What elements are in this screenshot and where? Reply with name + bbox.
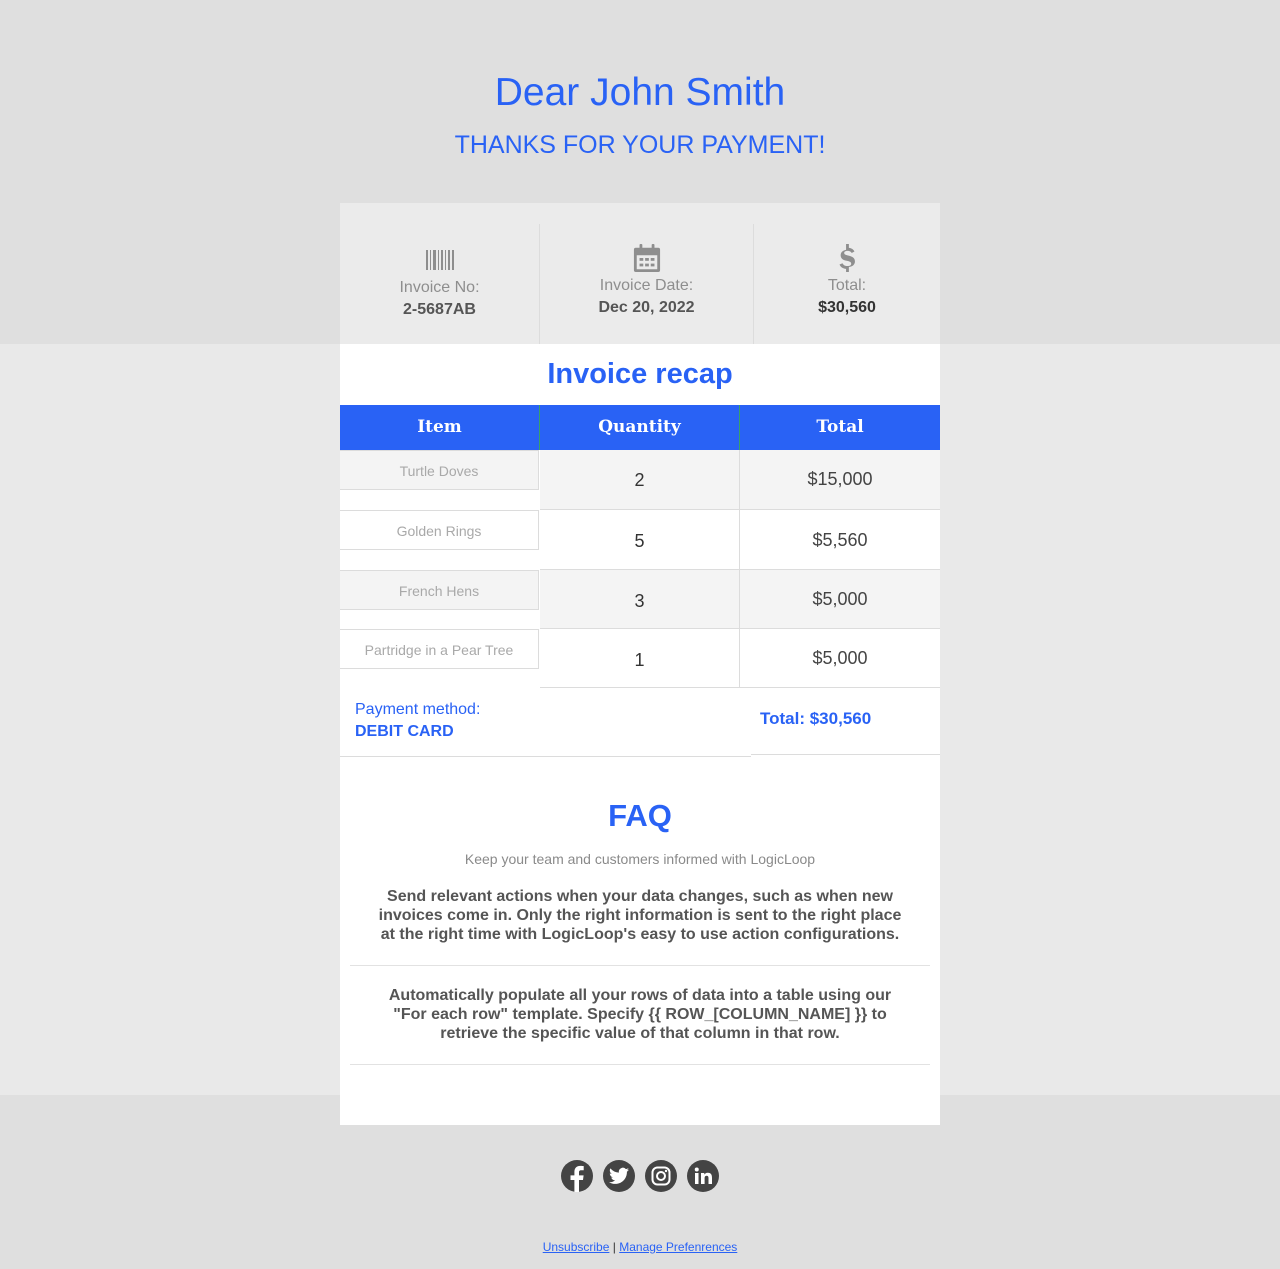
quantity-cell: 2	[540, 450, 740, 510]
calendar-icon	[633, 244, 660, 272]
footer-links: Unsubscribe | Manage Prefenrences	[0, 1239, 1280, 1255]
invoice-total-block: Total: $30,560	[754, 224, 940, 344]
faq-item-text: Automatically populate all your rows of …	[388, 987, 892, 1042]
invoice-card: Invoice No: 2-5687AB Invoice Date: Dec 2…	[340, 203, 940, 1125]
facebook-icon[interactable]	[561, 1160, 593, 1192]
linkedin-icon[interactable]	[687, 1160, 719, 1192]
invoice-total-label: Total:	[827, 277, 867, 294]
column-header-item: Item	[340, 405, 540, 450]
instagram-icon[interactable]	[645, 1160, 677, 1192]
payment-method-value: DEBIT CARD	[355, 723, 454, 740]
invoice-summary-bar: Invoice No: 2-5687AB Invoice Date: Dec 2…	[340, 203, 940, 344]
faq-title: FAQ	[608, 798, 672, 833]
total-cell: $5,000	[740, 570, 940, 629]
total-cell: $5,000	[740, 629, 940, 688]
invoice-number-label: Invoice No:	[399, 279, 480, 296]
facebook-glyph	[570, 1165, 584, 1192]
column-header-quantity: Quantity	[540, 405, 740, 450]
grand-total-block: Total: $30,560	[751, 688, 940, 755]
payment-method-block: Payment method: DEBIT CARD	[340, 688, 751, 757]
item-cell: French Hens	[340, 570, 539, 610]
payment-method-label: Payment method:	[355, 701, 481, 718]
quantity-cell: 5	[540, 510, 740, 570]
thanks-subheading: THANKS FOR YOUR PAYMENT!	[454, 131, 826, 159]
invoice-date-value: Dec 20, 2022	[598, 299, 695, 316]
faq-subtitle: Keep your team and customers informed wi…	[464, 851, 816, 867]
instagram-glyph	[651, 1166, 671, 1186]
invoice-number-value: 2-5687AB	[403, 301, 476, 318]
footer-separator: |	[612, 1240, 616, 1254]
item-cell: Golden Rings	[340, 510, 539, 550]
unsubscribe-link[interactable]: Unsubscribe	[543, 1240, 610, 1254]
dollar-icon	[839, 244, 855, 272]
column-header-total: Total	[816, 417, 864, 437]
twitter-glyph	[609, 1167, 629, 1184]
invoice-date-label: Invoice Date:	[599, 277, 694, 294]
quantity-cell: 1	[540, 629, 740, 688]
greeting-heading: Dear John Smith	[494, 71, 786, 114]
barcode-icon	[425, 250, 454, 270]
total-cell: $5,560	[740, 510, 940, 570]
grand-total-text: Total: $30,560	[760, 709, 872, 728]
invoice-number-block: Invoice No: 2-5687AB	[340, 224, 540, 344]
twitter-icon[interactable]	[603, 1160, 635, 1192]
invoice-total-value: $30,560	[818, 299, 876, 316]
item-cell: Turtle Doves	[340, 450, 539, 490]
linkedin-glyph	[694, 1167, 712, 1184]
faq-item: Send relevant actions when your data cha…	[350, 887, 930, 966]
manage-preferences-link[interactable]: Manage Prefenrences	[619, 1240, 737, 1254]
faq-item: Automatically populate all your rows of …	[350, 986, 930, 1065]
quantity-cell: 3	[540, 570, 740, 629]
item-cell: Partridge in a Pear Tree	[340, 629, 539, 669]
invoice-recap-title: Invoice recap	[547, 358, 733, 390]
faq-item-text: Send relevant actions when your data cha…	[378, 888, 902, 943]
total-cell: $15,000	[740, 450, 940, 510]
invoice-date-block: Invoice Date: Dec 20, 2022	[540, 224, 754, 344]
recap-table-header: Item Quantity Total	[340, 405, 940, 450]
